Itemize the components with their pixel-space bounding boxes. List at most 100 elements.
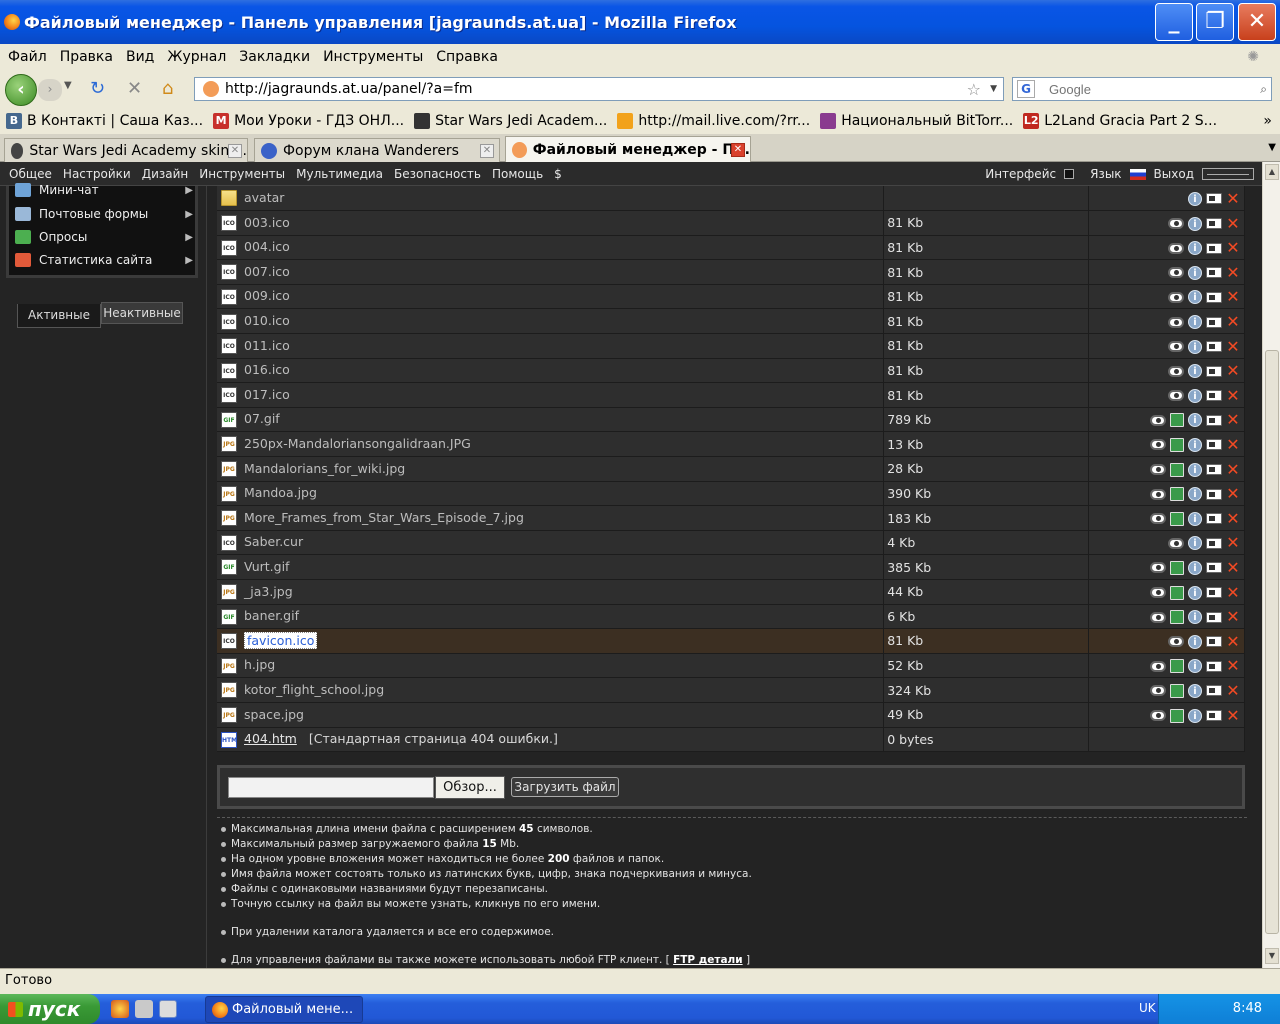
rename-icon[interactable] [1206, 685, 1222, 697]
delete-icon[interactable]: ✕ [1226, 559, 1240, 575]
vertical-scrollbar[interactable]: ▲ ▼ [1262, 162, 1280, 968]
info-icon[interactable]: i [1188, 241, 1202, 256]
file-name-link[interactable]: kotor_flight_school.jpg [244, 682, 384, 697]
delete-icon[interactable]: ✕ [1226, 486, 1240, 502]
menu-help[interactable]: Справка [436, 49, 498, 65]
language-selector[interactable]: Язык [1082, 167, 1146, 181]
file-name-link[interactable]: Mandoa.jpg [244, 485, 317, 500]
info-icon[interactable]: i [1188, 462, 1202, 477]
tab-close-icon[interactable]: ✕ [480, 143, 494, 158]
panel-menu-security[interactable]: Безопасность [394, 167, 481, 181]
tab-forum-wanderers[interactable]: Форум клана Wanderers ✕ [254, 138, 500, 162]
info-icon[interactable]: i [1188, 339, 1202, 354]
file-name-link[interactable]: Vurt.gif [244, 559, 289, 574]
rename-icon[interactable] [1206, 513, 1222, 525]
info-icon[interactable]: i [1188, 560, 1202, 575]
info-icon[interactable]: i [1188, 708, 1202, 723]
file-name-link[interactable]: More_Frames_from_Star_Wars_Episode_7.jpg [244, 510, 524, 525]
image-editor-icon[interactable] [1170, 708, 1184, 723]
rename-icon[interactable] [1206, 267, 1222, 279]
menu-view[interactable]: Вид [126, 49, 154, 65]
delete-icon[interactable]: ✕ [1226, 190, 1240, 206]
image-editor-icon[interactable] [1170, 610, 1184, 625]
bookmark-item[interactable]: L2 L2Land Gracia Part 2 S... [1023, 113, 1217, 129]
rename-icon[interactable] [1206, 316, 1222, 328]
view-icon[interactable] [1168, 390, 1184, 402]
rename-icon[interactable] [1206, 611, 1222, 623]
menu-edit[interactable]: Правка [60, 49, 113, 65]
image-editor-icon[interactable] [1170, 585, 1184, 600]
rename-icon[interactable] [1206, 636, 1222, 648]
file-name-link[interactable]: Saber.cur [244, 534, 303, 549]
menu-history[interactable]: Журнал [167, 49, 226, 65]
interface-toggle[interactable]: Интерфейс [977, 167, 1075, 181]
rename-icon[interactable] [1206, 537, 1222, 549]
panel-menu-dollar[interactable]: $ [554, 167, 562, 181]
rename-icon[interactable] [1206, 587, 1222, 599]
file-name-link[interactable]: 003.ico [244, 215, 290, 230]
rename-icon[interactable] [1206, 365, 1222, 377]
delete-icon[interactable]: ✕ [1226, 658, 1240, 674]
stop-icon[interactable]: ✕ [127, 78, 142, 99]
image-editor-icon[interactable] [1170, 413, 1184, 428]
language-indicator[interactable]: UK [1139, 1001, 1156, 1015]
delete-icon[interactable]: ✕ [1226, 387, 1240, 403]
sidebar-item-site-stats[interactable]: Статистика сайта ▶ [15, 250, 193, 270]
view-icon[interactable] [1168, 365, 1184, 377]
delete-icon[interactable]: ✕ [1226, 240, 1240, 256]
home-icon[interactable]: ⌂ [162, 78, 173, 99]
info-icon[interactable]: i [1188, 290, 1202, 305]
delete-icon[interactable]: ✕ [1226, 289, 1240, 305]
forward-button[interactable]: › [38, 79, 62, 101]
image-editor-icon[interactable] [1170, 437, 1184, 452]
close-window-button[interactable]: ✕ [1238, 3, 1276, 41]
scroll-thumb[interactable] [1265, 350, 1279, 934]
panel-menu-tools[interactable]: Инструменты [199, 167, 285, 181]
delete-icon[interactable]: ✕ [1226, 510, 1240, 526]
file-name-link[interactable]: 404.htm [244, 731, 297, 746]
ftp-details-link[interactable]: FTP детали [673, 954, 743, 966]
bookmark-item[interactable]: http://mail.live.com/?rr... [617, 113, 810, 129]
rename-icon[interactable] [1206, 193, 1222, 205]
info-icon[interactable]: i [1188, 585, 1202, 600]
upload-file-input[interactable] [228, 777, 434, 798]
delete-icon[interactable]: ✕ [1226, 707, 1240, 723]
image-editor-icon[interactable] [1170, 560, 1184, 575]
view-icon[interactable] [1150, 488, 1166, 500]
bookmark-item[interactable]: Star Wars Jedi Academ... [414, 113, 607, 129]
image-editor-icon[interactable] [1170, 511, 1184, 526]
tab-list-icon[interactable]: ▼ [1268, 142, 1276, 153]
rename-icon[interactable] [1206, 341, 1222, 353]
search-bar[interactable]: G ⌕ [1012, 77, 1272, 101]
minimize-button[interactable]: _ [1155, 3, 1193, 41]
view-icon[interactable] [1150, 464, 1166, 476]
info-icon[interactable]: i [1188, 659, 1202, 674]
info-icon[interactable]: i [1188, 610, 1202, 625]
info-icon[interactable]: i [1188, 388, 1202, 403]
view-icon[interactable] [1168, 242, 1184, 254]
sidebar-item-mail-forms[interactable]: Почтовые формы ▶ [15, 204, 193, 224]
view-icon[interactable] [1168, 316, 1184, 328]
tab-close-icon[interactable]: ✕ [228, 143, 242, 158]
bookmark-item[interactable]: M Мои Уроки - ГДЗ ОНЛ... [213, 113, 404, 129]
file-name-link[interactable]: 07.gif [244, 411, 280, 426]
info-icon[interactable]: i [1188, 487, 1202, 502]
rename-icon[interactable] [1206, 242, 1222, 254]
view-icon[interactable] [1168, 537, 1184, 549]
interface-checkbox[interactable] [1064, 169, 1075, 179]
delete-icon[interactable]: ✕ [1226, 412, 1240, 428]
delete-icon[interactable]: ✕ [1226, 633, 1240, 649]
info-icon[interactable]: i [1188, 437, 1202, 452]
view-icon[interactable] [1150, 611, 1166, 623]
image-editor-icon[interactable] [1170, 683, 1184, 698]
view-icon[interactable] [1150, 414, 1166, 426]
view-icon[interactable] [1150, 660, 1166, 672]
file-name-link[interactable]: 011.ico [244, 338, 290, 353]
show-desktop-icon[interactable] [159, 1000, 177, 1018]
tab-star-wars-skin[interactable]: Star Wars Jedi Academy skin ... ✕ [4, 138, 248, 162]
rename-icon[interactable] [1206, 414, 1222, 426]
sidebar-item-minichat[interactable]: Мини-чат ▶ [15, 180, 193, 200]
delete-icon[interactable]: ✕ [1226, 584, 1240, 600]
file-name-link[interactable]: avatar [244, 190, 284, 205]
delete-icon[interactable]: ✕ [1226, 609, 1240, 625]
